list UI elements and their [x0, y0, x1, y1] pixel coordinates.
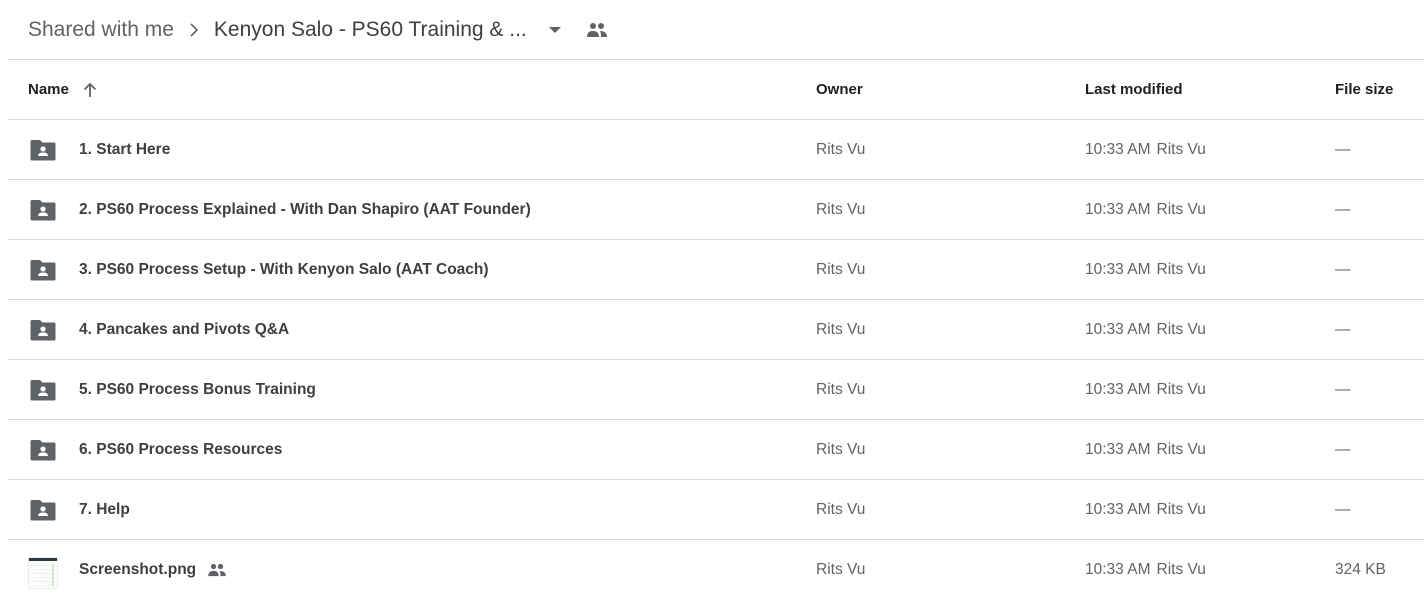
item-name-label: Screenshot.png — [79, 560, 197, 578]
shared-folder-icon — [28, 180, 58, 239]
item-name[interactable]: 3. PS60 Process Setup - With Kenyon Salo… — [79, 240, 489, 299]
item-name[interactable]: 6. PS60 Process Resources — [79, 420, 282, 479]
folder-row[interactable]: 2. PS60 Process Explained - With Dan Sha… — [8, 180, 1424, 240]
item-file-size: — — [1335, 320, 1351, 338]
folder-row[interactable]: 1. Start Here Rits Vu 10:33 AM Rits Vu — — [8, 120, 1424, 180]
item-name[interactable]: 2. PS60 Process Explained - With Dan Sha… — [79, 180, 531, 239]
item-last-modified: 10:33 AM Rits Vu — [1085, 480, 1206, 539]
item-file-size: — — [1335, 500, 1351, 518]
item-last-modified: 10:33 AM Rits Vu — [1085, 540, 1206, 596]
item-file-size: 324 KB — [1335, 560, 1386, 578]
item-file-size: — — [1335, 440, 1351, 458]
item-last-modified: 10:33 AM Rits Vu — [1085, 360, 1206, 419]
modified-by: Rits Vu — [1156, 140, 1206, 158]
shared-folder-icon — [28, 420, 58, 479]
item-name[interactable]: 4. Pancakes and Pivots Q&A — [79, 300, 289, 359]
item-name-label: 1. Start Here — [79, 140, 171, 158]
item-name-label: 2. PS60 Process Explained - With Dan Sha… — [79, 200, 531, 218]
file-row[interactable]: Screenshot.png Rits Vu 10:33 AM Rits Vu 324 … — [8, 540, 1424, 596]
shared-folder-icon — [28, 480, 58, 539]
column-header-file-size[interactable]: File size — [1335, 60, 1393, 119]
modified-time: 10:33 AM — [1085, 380, 1151, 398]
folder-row[interactable]: 3. PS60 Process Setup - With Kenyon Salo… — [8, 240, 1424, 300]
modified-by: Rits Vu — [1156, 440, 1206, 458]
item-owner: Rits Vu — [816, 320, 866, 338]
modified-by: Rits Vu — [1156, 500, 1206, 518]
modified-time: 10:33 AM — [1085, 200, 1151, 218]
column-header-last-modified[interactable]: Last modified — [1085, 60, 1183, 119]
item-last-modified: 10:33 AM Rits Vu — [1085, 240, 1206, 299]
modified-time: 10:33 AM — [1085, 440, 1151, 458]
item-name-label: 3. PS60 Process Setup - With Kenyon Salo… — [79, 260, 489, 278]
item-last-modified: 10:33 AM Rits Vu — [1085, 420, 1206, 479]
file-list: Name Owner Last modified File size 1. St… — [8, 60, 1424, 596]
arrow-drop-down-icon[interactable] — [543, 18, 567, 42]
item-name[interactable]: Screenshot.png — [79, 540, 228, 596]
folder-row[interactable]: 7. Help Rits Vu 10:33 AM Rits Vu — — [8, 480, 1424, 540]
image-thumbnail-icon — [28, 540, 58, 596]
modified-time: 10:33 AM — [1085, 320, 1151, 338]
shared-folder-icon — [28, 360, 58, 419]
item-owner: Rits Vu — [816, 440, 866, 458]
column-header-name-label: Name — [28, 81, 69, 98]
modified-by: Rits Vu — [1156, 560, 1206, 578]
item-file-size: — — [1335, 380, 1351, 398]
shared-folder-icon — [28, 300, 58, 359]
item-file-size: — — [1335, 140, 1351, 158]
modified-time: 10:33 AM — [1085, 560, 1151, 578]
item-owner: Rits Vu — [816, 140, 866, 158]
item-owner: Rits Vu — [816, 380, 866, 398]
item-name-label: 6. PS60 Process Resources — [79, 440, 283, 458]
item-owner: Rits Vu — [816, 560, 866, 578]
modified-by: Rits Vu — [1156, 260, 1206, 278]
shared-folder-icon — [28, 120, 58, 179]
breadcrumb: Shared with me Kenyon Salo - PS60 Traini… — [0, 0, 1424, 59]
chevron-right-icon — [174, 22, 214, 37]
item-name-label: 5. PS60 Process Bonus Training — [79, 380, 316, 398]
folder-row[interactable]: 5. PS60 Process Bonus Training Rits Vu 10:… — [8, 360, 1424, 420]
item-last-modified: 10:33 AM Rits Vu — [1085, 120, 1206, 179]
folder-row[interactable]: 6. PS60 Process Resources Rits Vu 10:33 AM… — [8, 420, 1424, 480]
column-header-row: Name Owner Last modified File size — [8, 60, 1424, 120]
shared-people-icon — [206, 563, 228, 577]
item-last-modified: 10:33 AM Rits Vu — [1085, 300, 1206, 359]
item-name[interactable]: 1. Start Here — [79, 120, 170, 179]
shared-folder-icon — [28, 240, 58, 299]
item-owner: Rits Vu — [816, 200, 866, 218]
column-header-name[interactable]: Name — [28, 60, 97, 119]
item-name-label: 4. Pancakes and Pivots Q&A — [79, 320, 290, 338]
item-last-modified: 10:33 AM Rits Vu — [1085, 180, 1206, 239]
modified-time: 10:33 AM — [1085, 140, 1151, 158]
item-file-size: — — [1335, 200, 1351, 218]
breadcrumb-shared-with-me[interactable]: Shared with me — [28, 18, 174, 42]
folder-row[interactable]: 4. Pancakes and Pivots Q&A Rits Vu 10:33 A… — [8, 300, 1424, 360]
modified-by: Rits Vu — [1156, 380, 1206, 398]
modified-time: 10:33 AM — [1085, 500, 1151, 518]
item-name-label: 7. Help — [79, 500, 130, 518]
item-owner: Rits Vu — [816, 260, 866, 278]
item-owner: Rits Vu — [816, 500, 866, 518]
modified-by: Rits Vu — [1156, 320, 1206, 338]
breadcrumb-current-folder[interactable]: Kenyon Salo - PS60 Training & ... — [214, 18, 527, 42]
item-name[interactable]: 7. Help — [79, 480, 130, 539]
item-name[interactable]: 5. PS60 Process Bonus Training — [79, 360, 316, 419]
arrow-up-icon[interactable] — [83, 82, 97, 98]
modified-time: 10:33 AM — [1085, 260, 1151, 278]
modified-by: Rits Vu — [1156, 200, 1206, 218]
column-header-owner[interactable]: Owner — [816, 60, 863, 119]
people-icon — [585, 18, 609, 42]
item-file-size: — — [1335, 260, 1351, 278]
